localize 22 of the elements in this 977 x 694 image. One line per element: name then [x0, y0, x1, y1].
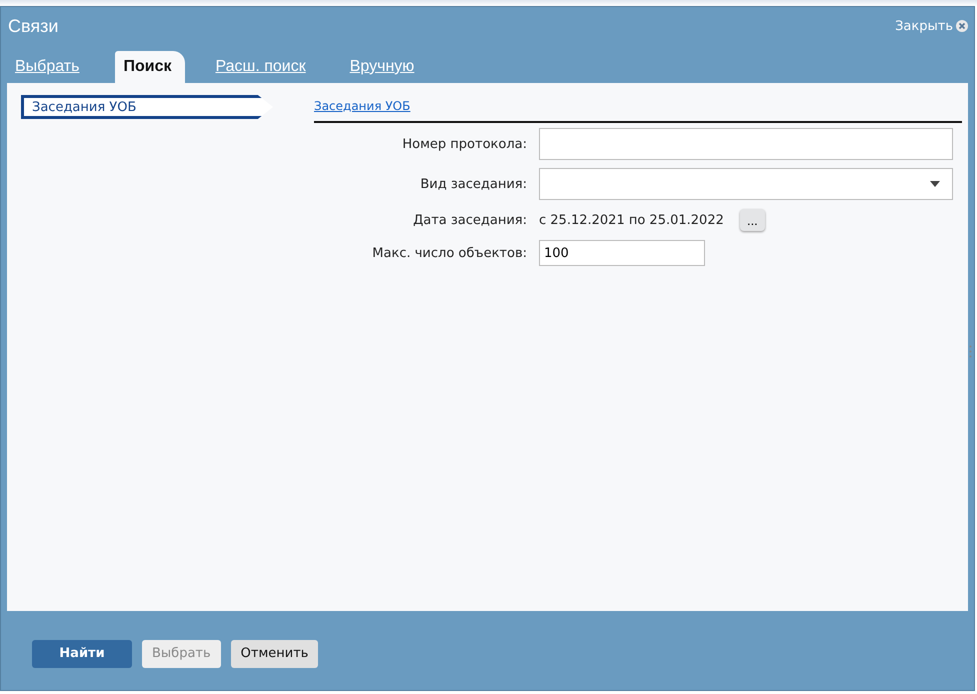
- input-field[interactable]: 100: [539, 240, 705, 266]
- close-button[interactable]: Закрыть: [895, 18, 968, 34]
- tab[interactable]: Поиск: [115, 51, 186, 83]
- breadcrumb-link[interactable]: Заседания УОБ: [314, 99, 410, 113]
- input-field[interactable]: [539, 128, 953, 160]
- field-label: Макс. число объектов:: [371, 246, 527, 260]
- sidebar-item[interactable]: Заседания УОБ: [21, 95, 273, 119]
- tab[interactable]: Расш. поиск: [207, 52, 314, 83]
- date-picker-button[interactable]: ...: [740, 209, 765, 231]
- tab[interactable]: Выбрать: [7, 52, 88, 83]
- field-label: Дата заседания:: [412, 212, 527, 228]
- dialog-button[interactable]: Отменить: [230, 640, 318, 668]
- field-label: Вид заседания:: [419, 176, 527, 192]
- close-icon: [956, 20, 968, 32]
- dropdown-arrow-icon: [930, 181, 940, 187]
- window-title: Связи: [8, 16, 58, 36]
- dialog-button[interactable]: Найти: [32, 640, 132, 668]
- tab[interactable]: Вручную: [342, 52, 422, 83]
- field-label: Номер протокола:: [401, 136, 527, 152]
- resize-grip-icon[interactable]: [969, 345, 972, 358]
- date-range-text: с 25.12.2021 по 25.01.2022: [539, 212, 724, 228]
- dropdown-field[interactable]: [539, 168, 953, 200]
